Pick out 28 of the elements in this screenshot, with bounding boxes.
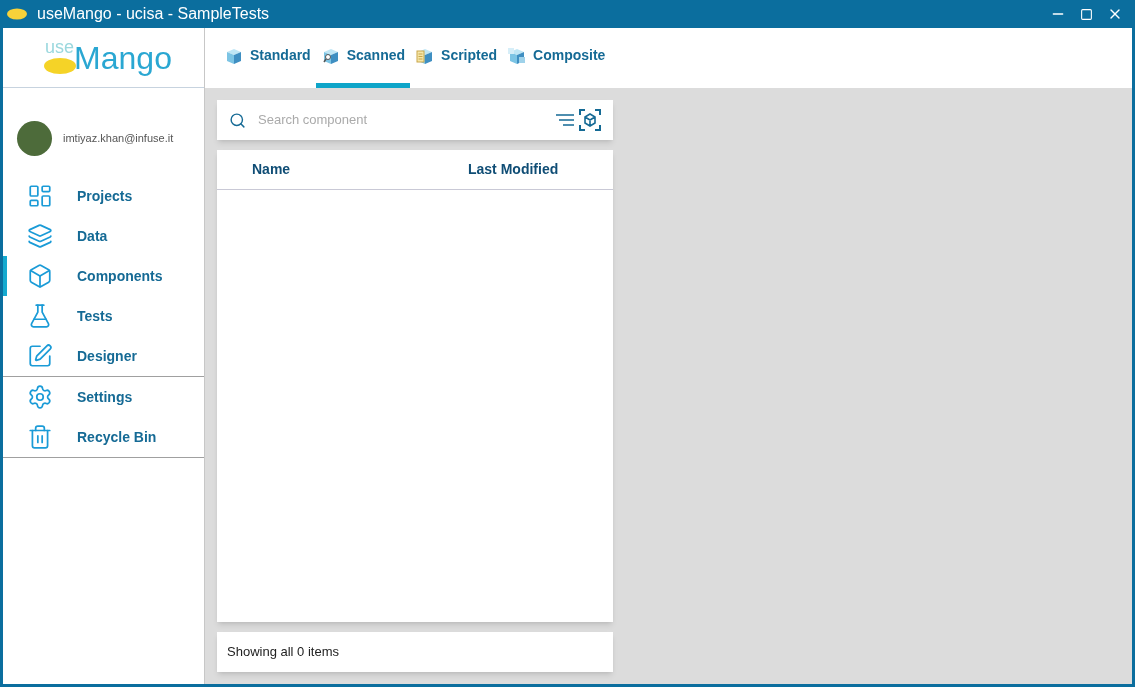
item-count: Showing all 0 items (227, 643, 339, 662)
search-field[interactable]: Search component (217, 100, 613, 140)
nav-item[interactable]: Recycle Bin (3, 417, 204, 457)
nav-item[interactable]: Projects (3, 176, 204, 216)
avatar (17, 120, 52, 156)
column-header[interactable]: Last Modified (468, 159, 559, 180)
nav-item[interactable]: Tests (3, 296, 204, 336)
tab[interactable]: Composite (502, 28, 611, 88)
window-title: useMango - ucisa - SampleTests (37, 4, 270, 24)
data-icon (27, 223, 53, 249)
cube-icon (507, 45, 528, 66)
user-email: imtiyaz.khan@infuse.it (63, 130, 174, 146)
maximize-icon[interactable] (1080, 7, 1093, 21)
column-header[interactable]: Name (252, 159, 468, 180)
search-input[interactable]: Search component (258, 110, 543, 130)
nav-item[interactable]: Data (3, 216, 204, 256)
nav-item[interactable]: Settings (3, 377, 204, 417)
tab[interactable]: Scripted (410, 28, 503, 88)
projects-icon (27, 183, 53, 209)
nav-item[interactable]: Designer (3, 336, 204, 376)
components-icon (27, 263, 53, 289)
filter-icon[interactable] (555, 112, 575, 128)
tab[interactable]: Standard (219, 28, 316, 88)
settings-icon (27, 384, 53, 410)
search-icon[interactable] (229, 111, 246, 129)
designer-icon (27, 343, 53, 369)
recycle-icon (27, 424, 53, 450)
cube-scan-icon[interactable] (579, 109, 601, 131)
